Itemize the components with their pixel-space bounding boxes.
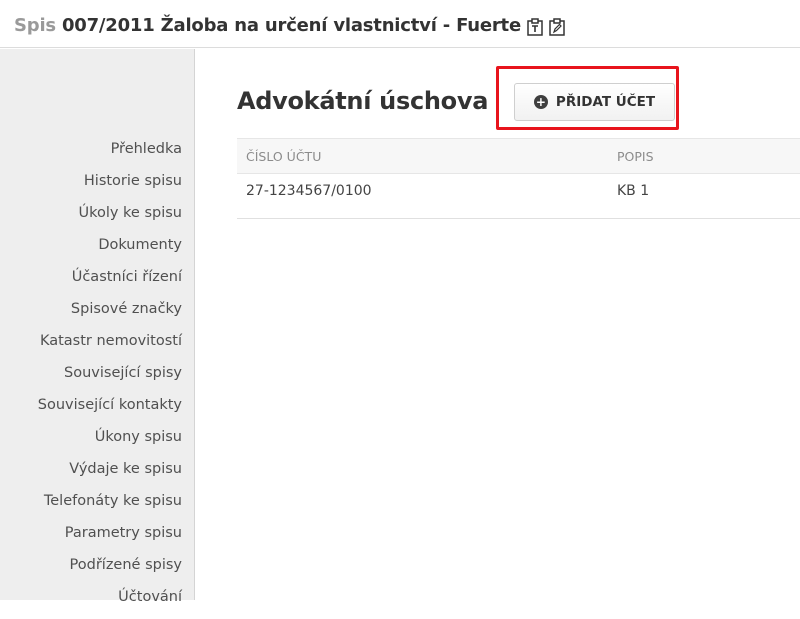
section-title: Advokátní úschova [237,87,489,115]
sidebar-item-dokumenty[interactable]: Dokumenty [38,235,182,267]
sidebar-item-prehledka[interactable]: Přehledka [38,139,182,171]
sidebar-menu: Přehledka Historie spisu Úkoly ke spisu … [38,139,182,619]
sidebar-item-ukoly-ke-spisu[interactable]: Úkoly ke spisu [38,203,182,235]
title-prefix: Spis [14,15,56,36]
add-account-label: PŘIDAT ÚČET [555,94,656,110]
page-title: Spis 007/2011 Žaloba na určení vlastnict… [14,15,565,36]
add-account-button[interactable]: + PŘIDAT ÚČET [514,83,675,121]
sidebar-item-vydaje-ke-spisu[interactable]: Výdaje ke spisu [38,459,182,491]
sidebar-item-spisove-znacky[interactable]: Spisové značky [38,299,182,331]
sidebar-item-parametry-spisu[interactable]: Parametry spisu [38,523,182,555]
sidebar-item-ukony-spisu[interactable]: Úkony spisu [38,427,182,459]
plus-circle-icon: + [533,95,548,109]
cell-account-number: 27-1234567/0100 [246,183,372,199]
sidebar-item-uctovani[interactable]: Účtování [38,587,182,619]
sidebar: Přehledka Historie spisu Úkoly ke spisu … [0,49,195,605]
table-header: ČÍSLO ÚČTU POPIS [237,138,800,174]
main-content: Advokátní úschova + PŘIDAT ÚČET ČÍSLO ÚČ… [195,49,800,600]
sidebar-item-historie-spisu[interactable]: Historie spisu [38,171,182,203]
sidebar-item-souvisejici-spisy[interactable]: Související spisy [38,363,182,395]
sidebar-item-telefonaty-ke-spisu[interactable]: Telefonáty ke spisu [38,491,182,523]
accounts-table: ČÍSLO ÚČTU POPIS 27-1234567/0100 KB 1 [237,138,800,219]
column-header-description[interactable]: POPIS [617,149,654,164]
sidebar-item-katastr-nemovitosti[interactable]: Katastr nemovitostí [38,331,182,363]
sidebar-item-podrizene-spisy[interactable]: Podřízené spisy [38,555,182,587]
sidebar-item-souvisejici-kontakty[interactable]: Související kontakty [38,395,182,427]
page-header: Spis 007/2011 Žaloba na určení vlastnict… [0,0,800,48]
cell-description: KB 1 [617,183,650,199]
case-title: 007/2011 Žaloba na určení vlastnictví - … [61,15,521,36]
table-row[interactable]: 27-1234567/0100 KB 1 [237,174,800,219]
column-header-account-number[interactable]: ČÍSLO ÚČTU [246,149,321,164]
sidebar-item-ucastnici-rizeni[interactable]: Účastníci řízení [38,267,182,299]
clipboard-text-icon[interactable] [527,17,543,36]
clipboard-edit-icon[interactable] [549,17,565,36]
